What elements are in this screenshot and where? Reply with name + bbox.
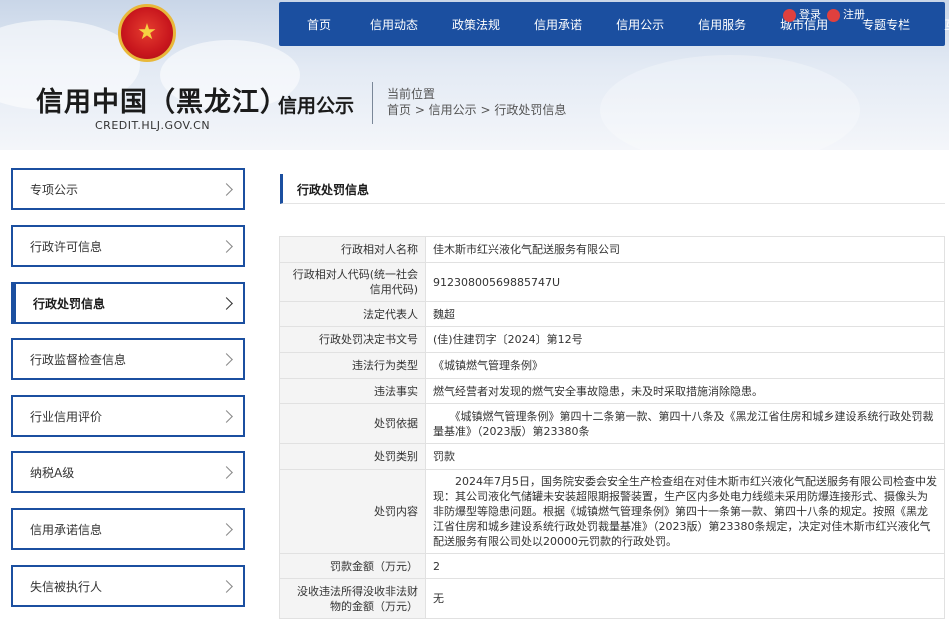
nav-item-credit-publicity[interactable]: 信用公示 [599,16,681,33]
sidebar-item-admin-license[interactable]: 行政许可信息 [11,225,245,267]
section-title: 信用公示 [278,95,355,117]
row-value: 罚款 [425,443,945,470]
chevron-right-icon [220,239,233,253]
sidebar-item-admin-inspection[interactable]: 行政监督检查信息 [11,338,245,380]
sidebar-item-label: 信用承诺信息 [30,522,103,537]
row-key: 行政相对人代码(统一社会信用代码) [279,262,426,302]
site-domain: CREDIT.HLJ.GOV.CN [95,119,211,132]
sidebar-item-admin-penalty[interactable]: 行政处罚信息 [11,282,245,324]
login-link[interactable]: 登录 [783,6,821,22]
table-row: 行政相对人代码(统一社会信用代码) 91230800569885747U [279,262,945,302]
nav-item-credit-promise[interactable]: 信用承诺 [517,16,599,33]
sidebar-item-dishonest-debtor[interactable]: 失信被执行人 [11,565,245,607]
header-divider [372,82,373,124]
table-row: 行政处罚决定书文号 (佳)住建罚字〔2024〕第12号 [279,326,945,353]
register-icon [827,8,840,22]
register-label[interactable]: 注册 [843,8,865,21]
breadcrumb[interactable]: 首页 > 信用公示 > 行政处罚信息 [387,101,566,118]
row-value: 魏超 [425,301,945,327]
nav-item-credit-news[interactable]: 信用动态 [348,16,435,33]
nav-item-home[interactable]: 首页 [289,16,348,33]
row-key: 行政处罚决定书文号 [279,326,426,353]
row-key: 没收违法所得没收非法财物的金额（万元） [279,578,426,619]
row-key: 罚款金额（万元） [279,553,426,579]
table-row: 处罚类别 罚款 [279,443,945,470]
sidebar-item-label: 行政许可信息 [30,239,103,254]
row-value: 91230800569885747U [425,262,945,302]
row-value: 无 [425,578,945,619]
chevron-right-icon [220,522,233,536]
sidebar-item-label: 纳税A级 [30,465,75,480]
sidebar-item-credit-promise[interactable]: 信用承诺信息 [11,508,245,550]
chevron-right-icon [220,465,233,479]
row-key: 行政相对人名称 [279,236,426,263]
row-key: 违法事实 [279,378,426,404]
user-icon [783,8,796,22]
national-emblem-icon: ★ [118,4,176,62]
sidebar-item-label: 失信被执行人 [30,579,103,594]
table-row: 法定代表人 魏超 [279,301,945,327]
chevron-right-icon [220,579,233,593]
table-row: 罚款金额（万元） 2 [279,553,945,579]
login-bar: 登录 注册 [783,6,865,22]
chevron-right-icon [220,296,233,310]
row-key: 处罚类别 [279,443,426,470]
sidebar-item-label: 行政监督检查信息 [30,352,127,367]
sidebar-item-label: 行业信用评价 [30,409,103,424]
row-value: (佳)住建罚字〔2024〕第12号 [425,326,945,353]
table-row: 违法行为类型 《城镇燃气管理条例》 [279,352,945,379]
table-row: 没收违法所得没收非法财物的金额（万元） 无 [279,578,945,619]
breadcrumb-label: 当前位置 [387,87,436,101]
row-value: 2 [425,553,945,579]
table-row: 违法事实 燃气经营者对发现的燃气安全事故隐患，未及时采取措施消除隐患。 [279,378,945,404]
sidebar-item-tax-a-level[interactable]: 纳税A级 [11,451,245,493]
header-decoration [600,55,860,150]
row-value: 佳木斯市红兴液化气配送服务有限公司 [425,236,945,263]
site-title[interactable]: 信用中国（黑龙江） [36,80,288,119]
row-value: 2024年7月5日，国务院安委会安全生产检查组在对佳木斯市红兴液化气配送服务有限… [425,469,945,554]
chevron-right-icon [220,182,233,196]
register-link[interactable]: 注册 [827,6,865,22]
chevron-right-icon [220,352,233,366]
row-value: 燃气经营者对发现的燃气安全事故隐患，未及时采取措施消除隐患。 [425,378,945,404]
penalty-info-table: 行政相对人名称 佳木斯市红兴液化气配送服务有限公司 行政相对人代码(统一社会信用… [279,236,945,619]
sidebar-item-special-publicity[interactable]: 专项公示 [11,168,245,210]
row-key: 处罚内容 [279,469,426,554]
sidebar-item-label: 行政处罚信息 [33,296,106,311]
table-row: 行政相对人名称 佳木斯市红兴液化气配送服务有限公司 [279,236,945,263]
row-key: 法定代表人 [279,301,426,327]
nav-item-credit-service[interactable]: 信用服务 [681,16,763,33]
login-label[interactable]: 登录 [799,8,821,21]
nav-item-policy[interactable]: 政策法规 [435,16,517,33]
row-key: 违法行为类型 [279,352,426,379]
row-value: 《城镇燃气管理条例》第四十二条第一款、第四十八条及《黑龙江省住房和城乡建设系统行… [425,403,945,444]
row-key: 处罚依据 [279,403,426,444]
sidebar-item-industry-rating[interactable]: 行业信用评价 [11,395,245,437]
sidebar-item-label: 专项公示 [30,182,79,197]
nav-item-interaction[interactable]: 互动交流 [927,16,949,33]
row-value: 《城镇燃气管理条例》 [425,352,945,379]
table-row: 处罚内容 2024年7月5日，国务院安委会安全生产检查组在对佳木斯市红兴液化气配… [279,469,945,554]
content-title: 行政处罚信息 [280,174,945,204]
table-row: 处罚依据 《城镇燃气管理条例》第四十二条第一款、第四十八条及《黑龙江省住房和城乡… [279,403,945,444]
chevron-right-icon [220,409,233,423]
